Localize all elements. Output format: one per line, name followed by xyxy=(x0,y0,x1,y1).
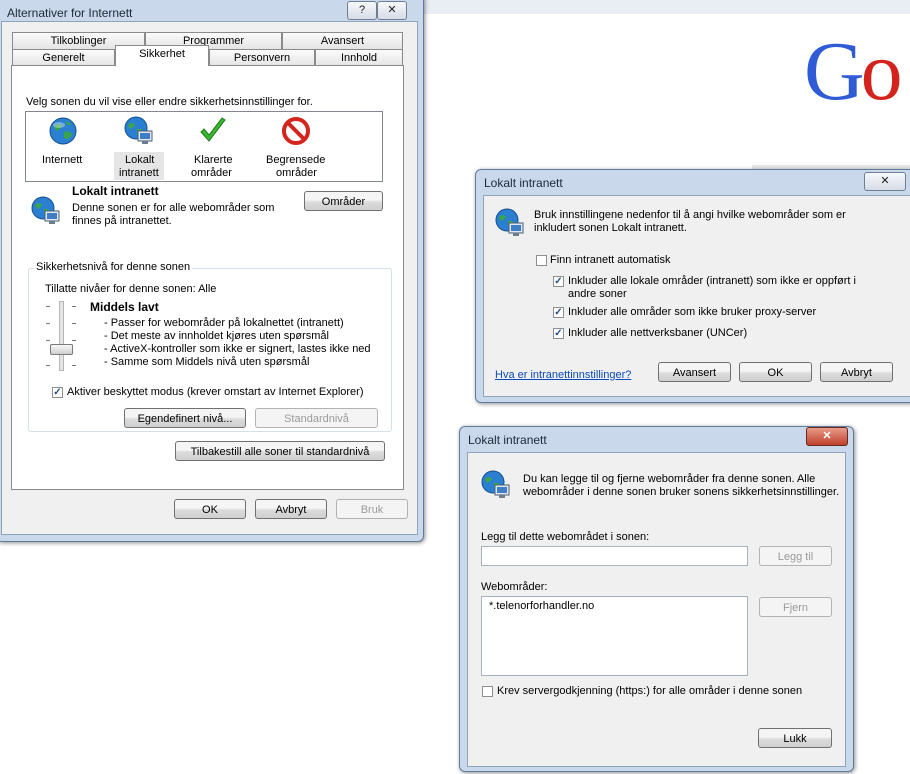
zone-label: Klarerte xyxy=(194,154,233,166)
zone-description: Denne sonen er for alle webområder som xyxy=(72,202,275,214)
tab-personvern[interactable]: Personvern xyxy=(209,49,315,66)
google-letter-o: o xyxy=(860,25,903,118)
level-item: - Det meste av innholdet kjøres uten spø… xyxy=(104,330,329,342)
zone-title: Lokalt intranett xyxy=(72,184,159,198)
close-button[interactable]: ✕ xyxy=(806,427,848,446)
tab-sikkerhet[interactable]: Sikkerhet xyxy=(115,45,209,66)
tab-generelt[interactable]: Generelt xyxy=(12,49,115,66)
apply-button[interactable]: Bruk xyxy=(336,499,408,519)
checkmark-icon xyxy=(200,117,226,142)
auto-detect-label: Finn intranett automatisk xyxy=(550,254,671,266)
cancel-button[interactable]: Avbryt xyxy=(255,499,327,519)
protected-mode-label: Aktiver beskyttet modus (krever omstart … xyxy=(67,386,364,398)
description: inkludert sonen Lokalt intranett. xyxy=(534,222,687,234)
dialog-body: Bruk innstillingene nedenfor til å angi … xyxy=(483,195,910,397)
allowed-levels: Tillatte nivåer for denne sonen: Alle xyxy=(45,283,217,295)
sites-button[interactable]: Områder xyxy=(304,191,383,211)
security-tab-panel: Velg sonen du vil vise eller endre sikke… xyxy=(11,65,404,490)
include-local-sites-label: andre soner xyxy=(568,288,627,300)
zone-restricted[interactable]: Begrensede områder xyxy=(264,116,328,179)
include-no-proxy-label: Inkluder alle områder som ikke bruker pr… xyxy=(568,306,817,318)
advanced-button[interactable]: Avansert xyxy=(658,362,731,382)
add-button[interactable]: Legg til xyxy=(759,546,832,566)
https-required-label: Krev servergodkjenning (https:) for alle… xyxy=(497,685,803,697)
security-level-slider[interactable] xyxy=(46,301,76,371)
close-dialog-button[interactable]: Lukk xyxy=(758,728,832,748)
restricted-icon xyxy=(282,117,310,145)
slider-track xyxy=(59,301,64,371)
include-local-sites-checkbox[interactable]: ✓ xyxy=(553,276,564,287)
include-local-sites-label: Inkluder alle lokale områder (intranett)… xyxy=(568,275,856,287)
globe-icon xyxy=(49,117,77,145)
reset-all-zones-button[interactable]: Tilbakestill alle soner til standardnivå xyxy=(175,441,385,461)
level-item: - Passer for webområder på lokalnettet (… xyxy=(104,317,344,329)
add-site-input[interactable] xyxy=(481,546,748,566)
default-level-button[interactable]: Standardnivå xyxy=(255,408,378,428)
group-title: Sikkerhetsnivå for denne sonen xyxy=(34,261,193,273)
ok-button[interactable]: OK xyxy=(174,499,246,519)
intranet-icon xyxy=(31,196,60,224)
level-item: - Samme som Middels nivå uten spørsmål xyxy=(104,356,310,368)
help-button[interactable]: ? xyxy=(347,1,377,20)
internet-options-dialog: Alternativer for Internett ? ✕ Tilkoblin… xyxy=(0,0,424,542)
slider-thumb[interactable] xyxy=(50,344,73,355)
sites-list[interactable]: *.telenorforhandler.no xyxy=(481,596,748,676)
intranet-icon xyxy=(481,470,510,498)
zone-internet[interactable]: Internett xyxy=(36,116,92,178)
zone-trusted[interactable]: Klarerte områder xyxy=(186,116,242,179)
zone-label: Lokalt xyxy=(125,154,155,166)
description: webområder i denne sonen bruker sonens s… xyxy=(523,486,840,498)
close-button[interactable]: ✕ xyxy=(377,1,407,20)
dialog-body: Tilkoblinger Programmer Avansert Generel… xyxy=(1,21,418,535)
zone-label: områder xyxy=(191,167,232,179)
level-item: - ActiveX-kontroller som ikke er signert… xyxy=(104,343,371,355)
close-button[interactable]: ✕ xyxy=(864,172,906,191)
custom-level-button[interactable]: Egendefinert nivå... xyxy=(124,408,246,428)
tab-avansert[interactable]: Avansert xyxy=(282,32,403,49)
zone-prompt: Velg sonen du vil vise eller endre sikke… xyxy=(26,96,313,108)
zone-list[interactable]: Internett Lokalt intranett Klarerte områ… xyxy=(25,111,383,182)
description: Bruk innstillingene nedenfor til å angi … xyxy=(534,209,846,221)
add-site-label: Legg til dette webområdet i sonen: xyxy=(481,531,650,543)
intranet-icon xyxy=(495,208,524,236)
ok-button[interactable]: OK xyxy=(739,362,812,382)
dialog-body: Du kan legge til og fjerne webområder fr… xyxy=(467,452,846,767)
tab-innhold[interactable]: Innhold xyxy=(315,49,403,66)
dialog-title: Lokalt intranett xyxy=(468,433,547,447)
zone-label: områder xyxy=(276,167,317,179)
list-item[interactable]: *.telenorforhandler.no xyxy=(489,600,594,612)
protected-mode-checkbox[interactable]: ✓ xyxy=(52,387,63,398)
include-unc-label: Inkluder alle nettverksbaner (UNCer) xyxy=(568,327,748,339)
dialog-title: Alternativer for Internett xyxy=(7,6,133,20)
cancel-button[interactable]: Avbryt xyxy=(820,362,893,382)
include-unc-checkbox[interactable]: ✓ xyxy=(553,328,564,339)
zone-label: intranett xyxy=(119,167,159,179)
description: Du kan legge til og fjerne webområder fr… xyxy=(523,473,816,485)
intranet-help-link[interactable]: Hva er intranettinnstillinger? xyxy=(495,369,631,381)
sites-list-label: Webområder: xyxy=(481,581,548,593)
intranet-settings-dialog: Lokalt intranett ✕ Bruk innstillingene n… xyxy=(475,169,910,403)
https-required-checkbox[interactable] xyxy=(482,686,493,697)
zone-local-intranet[interactable]: Lokalt intranett xyxy=(114,116,164,180)
level-name: Middels lavt xyxy=(90,300,159,314)
zone-label: Internett xyxy=(42,154,83,166)
google-letter-g: G xyxy=(804,25,865,118)
intranet-sites-dialog: Lokalt intranett ✕ Du kan legge til og f… xyxy=(459,426,854,772)
intranet-icon xyxy=(124,116,153,144)
zone-label: Begrensede xyxy=(266,154,326,166)
zone-description: finnes på intranettet. xyxy=(72,215,172,227)
remove-button[interactable]: Fjern xyxy=(759,597,832,617)
google-logo: Go xyxy=(804,30,903,114)
dialog-title: Lokalt intranett xyxy=(484,176,563,190)
auto-detect-checkbox[interactable] xyxy=(536,255,547,266)
include-no-proxy-checkbox[interactable]: ✓ xyxy=(553,307,564,318)
